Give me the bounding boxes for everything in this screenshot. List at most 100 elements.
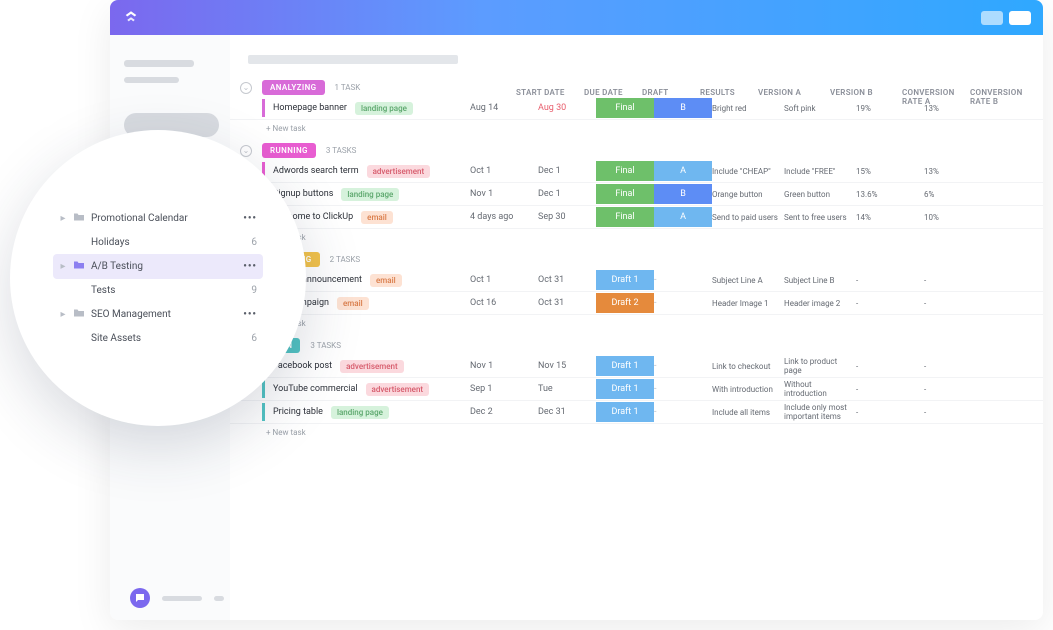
window-maximize-button[interactable] xyxy=(1009,11,1031,25)
version-a-value: Subject Line A xyxy=(712,276,784,285)
nav-item-count: 6 xyxy=(251,333,257,344)
task-row[interactable]: Fall campaignemailOct 16Oct 31Draft 2-He… xyxy=(230,292,1043,315)
nav-item-label: Site Assets xyxy=(91,333,141,344)
titlebar xyxy=(110,0,1043,35)
more-icon[interactable]: ••• xyxy=(243,309,257,320)
start-date: Oct 1 xyxy=(470,166,538,176)
task-tag[interactable]: email xyxy=(337,297,369,310)
due-date: Oct 31 xyxy=(538,275,596,285)
version-b-value: Link to product page xyxy=(784,357,856,375)
start-date: Sep 1 xyxy=(470,384,538,394)
due-date: Dec 31 xyxy=(538,407,596,417)
due-date: Dec 1 xyxy=(538,166,596,176)
more-icon[interactable]: ••• xyxy=(243,261,257,272)
sidebar-list[interactable]: Site Assets 6 xyxy=(53,327,263,350)
task-tag[interactable]: advertisement xyxy=(367,165,431,178)
draft-badge[interactable]: Final xyxy=(596,161,654,181)
results-badge[interactable]: A xyxy=(654,161,712,181)
version-b-value: Green button xyxy=(784,190,856,199)
window-minimize-button[interactable] xyxy=(981,11,1003,25)
task-name: Adwords search term xyxy=(273,166,359,176)
task-tag[interactable]: landing page xyxy=(331,406,389,419)
new-task-button[interactable]: + New task xyxy=(230,229,1043,246)
task-name: Facebook post xyxy=(273,361,332,371)
group-header[interactable]: ⌄DRAFTING2 TASKS xyxy=(230,250,1043,269)
caret-icon[interactable]: ▸ xyxy=(59,309,67,320)
due-date: Tue xyxy=(538,384,596,394)
version-b-value: Header image 2 xyxy=(784,299,856,308)
start-date: Dec 2 xyxy=(470,407,538,417)
conv-rate-a: - xyxy=(856,385,924,394)
due-date: Sep 30 xyxy=(538,212,596,222)
task-tag[interactable]: email xyxy=(361,211,393,224)
nav-item-label: SEO Management xyxy=(91,309,171,320)
results-badge[interactable]: A xyxy=(654,207,712,227)
conv-rate-b: - xyxy=(924,299,986,308)
draft-badge[interactable]: Draft 1 xyxy=(596,356,654,376)
draft-badge[interactable]: Final xyxy=(596,207,654,227)
draft-badge[interactable]: Draft 1 xyxy=(596,379,654,399)
group-task-count: 3 TASKS xyxy=(326,146,357,155)
sidebar-folder[interactable]: ▸A/B Testing••• xyxy=(53,254,263,279)
task-row[interactable]: Adwords search term advertisement Oct 1Dec… xyxy=(230,160,1043,183)
sidebar-list[interactable]: Tests9 xyxy=(53,279,263,302)
sidebar-folder[interactable]: ▸ SEO Management ••• xyxy=(53,302,263,327)
nav-item-count: 6 xyxy=(251,237,257,248)
sidebar-list[interactable]: Holidays6 xyxy=(53,231,263,254)
version-b-value: Include "FREE" xyxy=(784,167,856,176)
version-b-value: Include only most important items xyxy=(784,403,856,421)
new-task-button[interactable]: + New task xyxy=(230,424,1043,441)
results-value: - xyxy=(654,384,712,394)
draft-badge[interactable]: Draft 2 xyxy=(596,293,654,313)
draft-badge[interactable]: Draft 1 xyxy=(596,402,654,422)
table-header: START DATEDUE DATEDRAFTRESULTSVERSION AV… xyxy=(232,88,1043,110)
task-tag[interactable]: landing page xyxy=(341,188,399,201)
chat-icon[interactable] xyxy=(130,588,150,608)
conv-rate-b: - xyxy=(924,385,986,394)
more-icon[interactable]: ••• xyxy=(243,213,257,224)
task-tag[interactable]: advertisement xyxy=(366,383,430,396)
due-date: Dec 1 xyxy=(538,189,596,199)
collapse-icon[interactable]: ⌄ xyxy=(240,145,252,157)
col-draft: DRAFT xyxy=(642,88,700,106)
draft-badge[interactable]: Draft 1 xyxy=(596,270,654,290)
due-date: Nov 15 xyxy=(538,361,596,371)
new-task-button[interactable]: + New task xyxy=(230,315,1043,332)
conv-rate-b: - xyxy=(924,362,986,371)
sidebar-placeholder xyxy=(124,77,179,83)
task-row[interactable]: Promo announcementemailOct 1Oct 31Draft … xyxy=(230,269,1043,292)
task-row[interactable]: Signup buttonslanding pageNov 1Dec 1Fina… xyxy=(230,183,1043,206)
nav-item-label: Promotional Calendar xyxy=(91,213,188,224)
results-badge[interactable]: B xyxy=(654,184,712,204)
task-row[interactable]: Facebook post advertisement Nov 1Nov 15Dra… xyxy=(230,355,1043,378)
task-row[interactable]: YouTube commercialadvertisementSep 1TueD… xyxy=(230,378,1043,401)
sidebar-placeholder xyxy=(124,60,194,67)
conv-rate-a: 14% xyxy=(856,213,924,222)
app-logo-icon xyxy=(122,9,140,27)
caret-icon[interactable]: ▸ xyxy=(59,213,67,224)
window-controls xyxy=(981,11,1031,25)
conv-rate-a: - xyxy=(856,299,924,308)
caret-icon[interactable]: ▸ xyxy=(59,261,67,272)
task-tag[interactable]: advertisement xyxy=(340,360,404,373)
group-status-pill[interactable]: RUNNING xyxy=(262,143,316,158)
task-row[interactable]: Pricing tablelanding pageDec 2Dec 31Draf… xyxy=(230,401,1043,424)
col-version-a: VERSION A xyxy=(758,88,830,106)
start-date: 4 days ago xyxy=(470,212,538,222)
start-date: Nov 1 xyxy=(470,361,538,371)
task-row[interactable]: Welcome to ClickUpemail4 days agoSep 30F… xyxy=(230,206,1043,229)
group-header[interactable]: ⌄OPEN3 TASKS xyxy=(230,336,1043,355)
toolbar-placeholder xyxy=(248,55,458,64)
draft-badge[interactable]: Final xyxy=(596,184,654,204)
group-task-count: 2 TASKS xyxy=(330,255,361,264)
conv-rate-a: - xyxy=(856,276,924,285)
conv-rate-b: 13% xyxy=(924,167,986,176)
group-header[interactable]: ⌄ RUNNING 3 TASKS xyxy=(230,141,1043,160)
sidebar-folder[interactable]: ▸ Promotional Calendar ••• xyxy=(53,206,263,231)
new-task-button[interactable]: + New task xyxy=(230,120,1043,137)
bottom-bar xyxy=(130,588,224,608)
task-group: ⌄OPEN3 TASKS Facebook post advertisement No… xyxy=(230,336,1043,441)
task-tag[interactable]: email xyxy=(370,274,402,287)
main-content: ⌄ANALYZING1 TASKHomepage bannerlanding p… xyxy=(230,35,1043,620)
nav-item-label: Tests xyxy=(91,285,115,296)
